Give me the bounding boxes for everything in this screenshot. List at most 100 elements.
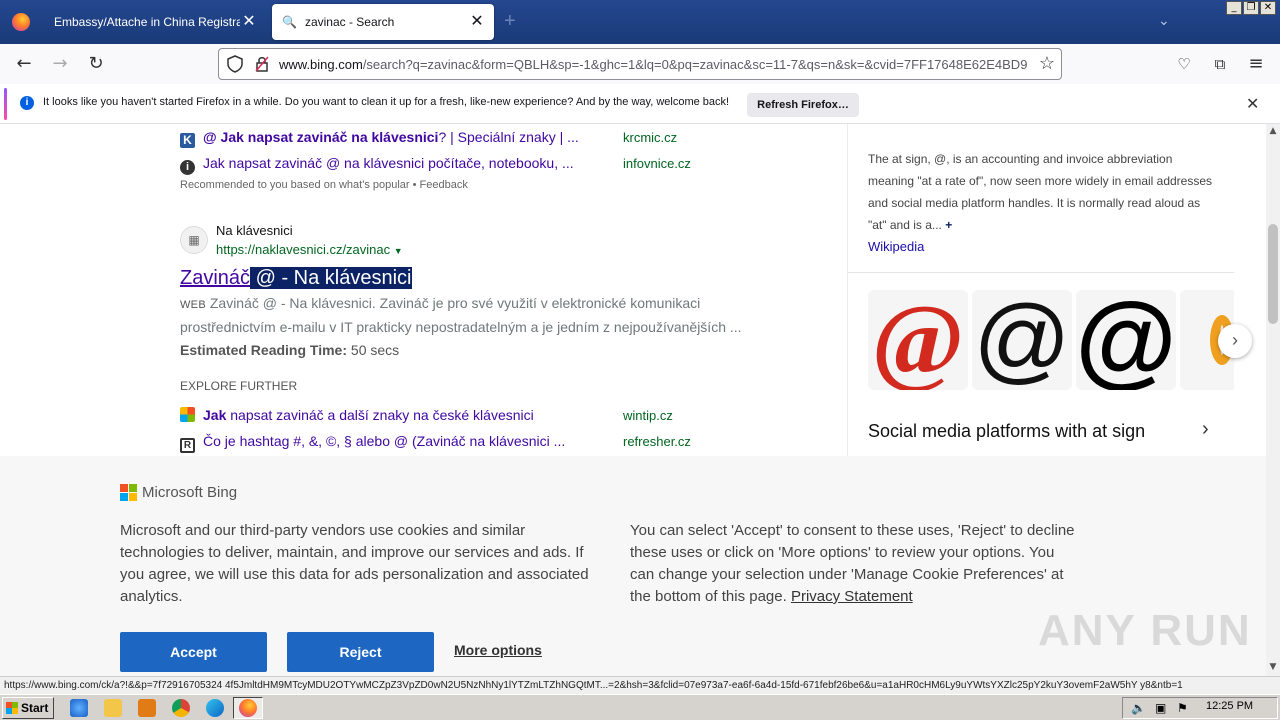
forward-arrow-icon[interactable]: → (48, 52, 72, 76)
site-name: Na klávesnici (216, 223, 293, 238)
result-title-rest: ? | Speciální znaky | ... (438, 129, 579, 145)
explore-domain: refresher.cz (623, 434, 691, 449)
navigation-bar: ← → ↻ www.bing.com/search?q=zavinac&form… (0, 44, 1280, 84)
network-icon[interactable]: ▣ (1155, 701, 1166, 715)
shield-icon[interactable] (227, 55, 243, 73)
expand-icon[interactable]: + (945, 218, 952, 232)
url-bar[interactable]: www.bing.com/search?q=zavinac&form=QBLH&… (218, 48, 1062, 80)
scroll-thumb[interactable] (1268, 224, 1278, 324)
at-sign-image[interactable]: @ (1076, 290, 1176, 390)
chevron-right-icon[interactable]: › (1218, 324, 1252, 358)
scroll-down-icon[interactable]: ▼ (1266, 662, 1280, 676)
close-icon[interactable]: ✕ (468, 13, 486, 31)
result-domain: krcmic.cz (623, 130, 678, 145)
chevron-down-icon[interactable]: ⌄ (1158, 12, 1170, 29)
recommended-note: Recommended to you based on what's popul… (180, 179, 468, 191)
microsoft-bing-logo: Microsoft Bing (120, 484, 237, 501)
explore-rest: Čo je hashtag #, &, ©, § alebo @ (Zaviná… (203, 433, 566, 449)
refresher-favicon-icon: R (180, 438, 195, 453)
url-domain: www.bing.com (279, 57, 363, 72)
more-options-link[interactable]: More options (454, 642, 542, 658)
windows-taskbar: Start 🔈 ▣ ⚑ 12:25 PM (0, 694, 1280, 720)
brand-name: Microsoft Bing (142, 484, 238, 501)
site-url[interactable]: https://naklavesnici.cz/zavinac ▼ (216, 242, 403, 257)
wintip-favicon-icon (180, 407, 195, 422)
page-scrollbar[interactable]: ▲ ▼ (1266, 124, 1280, 676)
result-snippet: WEB Zavináč @ - Na klávesnici. Zavináč j… (180, 292, 760, 338)
refresh-notification: i It looks like you haven't started Fire… (0, 84, 1280, 124)
explore-link[interactable]: Jak napsat zavináč a další znaky na česk… (180, 407, 534, 423)
start-button[interactable]: Start (2, 697, 54, 719)
image-glyph: @ (871, 290, 965, 390)
media-player-icon[interactable] (138, 699, 156, 717)
start-label: Start (21, 701, 49, 715)
chrome-icon[interactable] (172, 699, 190, 717)
site-favicon-icon: ▦ (180, 226, 208, 254)
close-window-button[interactable]: ✕ (1260, 1, 1276, 15)
krcmic-favicon-icon: K (180, 133, 195, 148)
back-arrow-icon[interactable]: ← (12, 52, 36, 76)
volume-icon[interactable]: 🔈 (1131, 701, 1146, 715)
folder-icon[interactable] (104, 699, 122, 717)
lock-icon[interactable] (255, 56, 269, 72)
edge-icon[interactable] (206, 699, 224, 717)
caret-down-icon[interactable]: ▼ (394, 246, 403, 256)
tab-embassy[interactable]: Embassy/Attache in China Registration ✕ (44, 4, 266, 40)
info-favicon-icon: i (180, 160, 195, 175)
at-sign-image[interactable]: @ (868, 290, 968, 390)
wikipedia-link[interactable]: Wikipedia (868, 239, 924, 254)
tab-label: Embassy/Attache in China Registration (54, 15, 240, 29)
accept-button[interactable]: Accept (120, 632, 267, 672)
flag-icon[interactable]: ⚑ (1177, 701, 1188, 715)
image-glyph: @ (1076, 290, 1176, 390)
reading-label: Estimated Reading Time: (180, 342, 348, 358)
reading-time: Estimated Reading Time: 50 secs (180, 342, 399, 358)
result-title-bold: @ Jak napsat zavináč na klávesnici (203, 129, 439, 145)
related-result-link[interactable]: K @ Jak napsat zavináč na klávesnici? | S… (180, 129, 579, 148)
extensions-icon[interactable]: ⧉ (1208, 52, 1232, 76)
window-controls: _ ❐ ✕ (1226, 1, 1276, 15)
tab-search[interactable]: 🔍 zavinac - Search ✕ (272, 4, 494, 40)
firefox-taskbar-button[interactable] (233, 697, 263, 719)
result-title-rest: Jak napsat zavináč @ na klávesnici počít… (203, 155, 574, 171)
cookie-text-right: You can select 'Accept' to consent to th… (630, 520, 1080, 608)
search-results-page: K @ Jak napsat zavináč na klávesnici? | S… (0, 124, 1266, 676)
web-label: WEB (180, 299, 206, 311)
firefox-icon (12, 13, 30, 31)
url-path: /search?q=zavinac&form=QBLH&sp=-1&ghc=1&… (362, 57, 1028, 72)
menu-icon[interactable]: ≡ (1244, 52, 1268, 76)
image-glyph: @ (973, 290, 1071, 390)
new-tab-button[interactable]: + (504, 10, 516, 33)
privacy-statement-link[interactable]: Privacy Statement (791, 588, 913, 605)
reload-icon[interactable]: ↻ (84, 52, 108, 76)
social-media-heading[interactable]: Social media platforms with at sign (868, 421, 1145, 442)
close-icon[interactable]: ✕ (1246, 94, 1259, 114)
cookie-text-left: Microsoft and our third-party vendors us… (120, 522, 589, 605)
main-result-title[interactable]: Zavináč @ - Na klávesnici (180, 267, 412, 290)
related-result-link[interactable]: i Jak napsat zavináč @ na klávesnici počí… (180, 155, 574, 175)
bookmark-star-icon[interactable]: ☆ (1039, 53, 1055, 74)
explore-link[interactable]: R Čo je hashtag #, &, ©, § alebo @ (Zavin… (180, 433, 565, 453)
chevron-right-icon[interactable]: › (1202, 418, 1209, 441)
microsoft-logo-icon (120, 484, 137, 501)
minimize-button[interactable]: _ (1226, 1, 1242, 15)
close-icon[interactable]: ✕ (240, 13, 258, 31)
at-sign-image[interactable]: @ (972, 290, 1072, 390)
cookie-consent-banner: Microsoft Bing Microsoft and our third-p… (0, 456, 1266, 676)
restore-button[interactable]: ❐ (1243, 1, 1259, 15)
scroll-up-icon[interactable]: ▲ (1266, 126, 1280, 140)
reject-button[interactable]: Reject (287, 632, 434, 672)
explore-bold: Jak (203, 407, 227, 423)
url-text[interactable]: www.bing.com/search?q=zavinac&form=QBLH&… (279, 57, 1031, 72)
explore-domain: wintip.cz (623, 408, 673, 423)
firefox-view-button[interactable] (0, 0, 42, 44)
search-icon: 🔍 (282, 15, 297, 29)
description-text: The at sign, @, is an accounting and inv… (868, 152, 1213, 232)
reading-value: 50 secs (350, 342, 400, 358)
firefox-icon (239, 699, 257, 717)
notification-accent (4, 88, 7, 120)
refresh-firefox-button[interactable]: Refresh Firefox… (747, 93, 859, 117)
pocket-icon[interactable]: ♡ (1172, 52, 1196, 76)
windows-logo-icon (6, 702, 18, 714)
internet-explorer-icon[interactable] (70, 699, 88, 717)
